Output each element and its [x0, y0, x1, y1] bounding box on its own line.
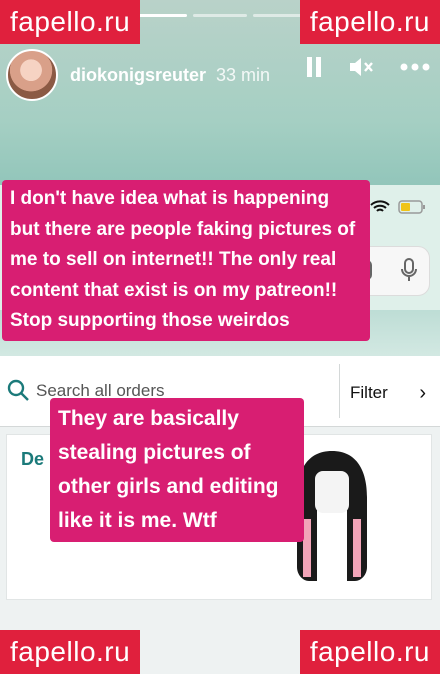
microphone-icon[interactable] [399, 257, 419, 283]
order-card-title: De [21, 449, 45, 469]
story-caption: I don't have idea what is happening but … [2, 180, 370, 341]
watermark: fapello.ru [299, 0, 440, 44]
filter-button[interactable]: Filter › [339, 364, 440, 418]
watermark: fapello.ru [0, 630, 141, 674]
header-controls [306, 56, 430, 78]
watermark: fapello.ru [0, 0, 141, 44]
chevron-right-icon: › [419, 382, 426, 404]
search-icon [6, 378, 30, 402]
filter-label: Filter [350, 383, 388, 402]
wifi-icon [370, 200, 390, 212]
more-horizontal-icon[interactable] [400, 63, 430, 71]
avatar[interactable] [6, 49, 58, 101]
watermark: fapello.ru [299, 630, 440, 674]
speaker-muted-icon[interactable] [348, 56, 374, 78]
battery-icon [398, 200, 425, 214]
time-ago: 33 min [216, 64, 271, 85]
story-viewer[interactable]: diokonigsreuter 33 min Search all orders… [0, 0, 440, 674]
story-caption: They are basically stealing pictures of … [50, 398, 304, 542]
progress-segment [192, 14, 248, 17]
username[interactable]: diokonigsreuter [70, 65, 206, 86]
story-header: diokonigsreuter 33 min [6, 46, 440, 104]
pause-icon[interactable] [306, 56, 322, 78]
